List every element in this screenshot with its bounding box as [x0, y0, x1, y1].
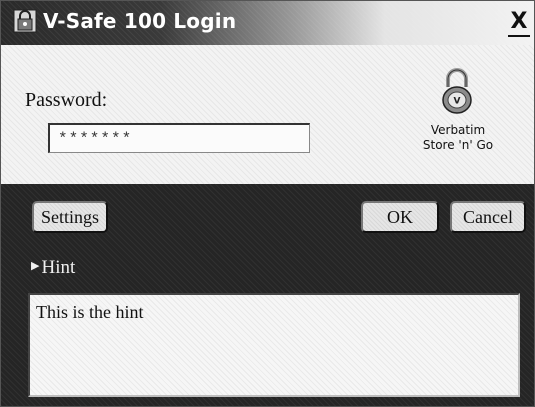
- password-label: Password:: [25, 89, 108, 111]
- close-icon[interactable]: X: [511, 9, 528, 34]
- window-title: V-Safe 100 Login: [43, 9, 237, 33]
- ok-button[interactable]: OK: [361, 201, 439, 233]
- cancel-button[interactable]: Cancel: [450, 201, 526, 233]
- app-icon: [13, 9, 37, 33]
- title-bar[interactable]: V-Safe 100 Login X: [1, 1, 534, 45]
- hint-text-box[interactable]: This is the hint: [28, 293, 520, 397]
- password-input[interactable]: [48, 123, 310, 153]
- hint-toggle[interactable]: ▶ Hint: [31, 257, 75, 281]
- brand-product: Store 'n' Go: [422, 138, 494, 152]
- login-window: V-Safe 100 Login X Password: V Verbatim …: [0, 0, 535, 407]
- hint-toggle-label[interactable]: Hint: [41, 257, 75, 278]
- triangle-right-icon[interactable]: ▶: [31, 259, 39, 272]
- settings-button[interactable]: Settings: [32, 201, 108, 233]
- padlock-icon: V: [442, 68, 472, 114]
- brand-name: Verbatim: [430, 123, 486, 137]
- brand-text: Verbatim Store 'n' Go: [413, 123, 503, 153]
- close-button[interactable]: X: [508, 9, 530, 37]
- hint-text: This is the hint: [36, 302, 144, 322]
- svg-text:V: V: [454, 97, 461, 107]
